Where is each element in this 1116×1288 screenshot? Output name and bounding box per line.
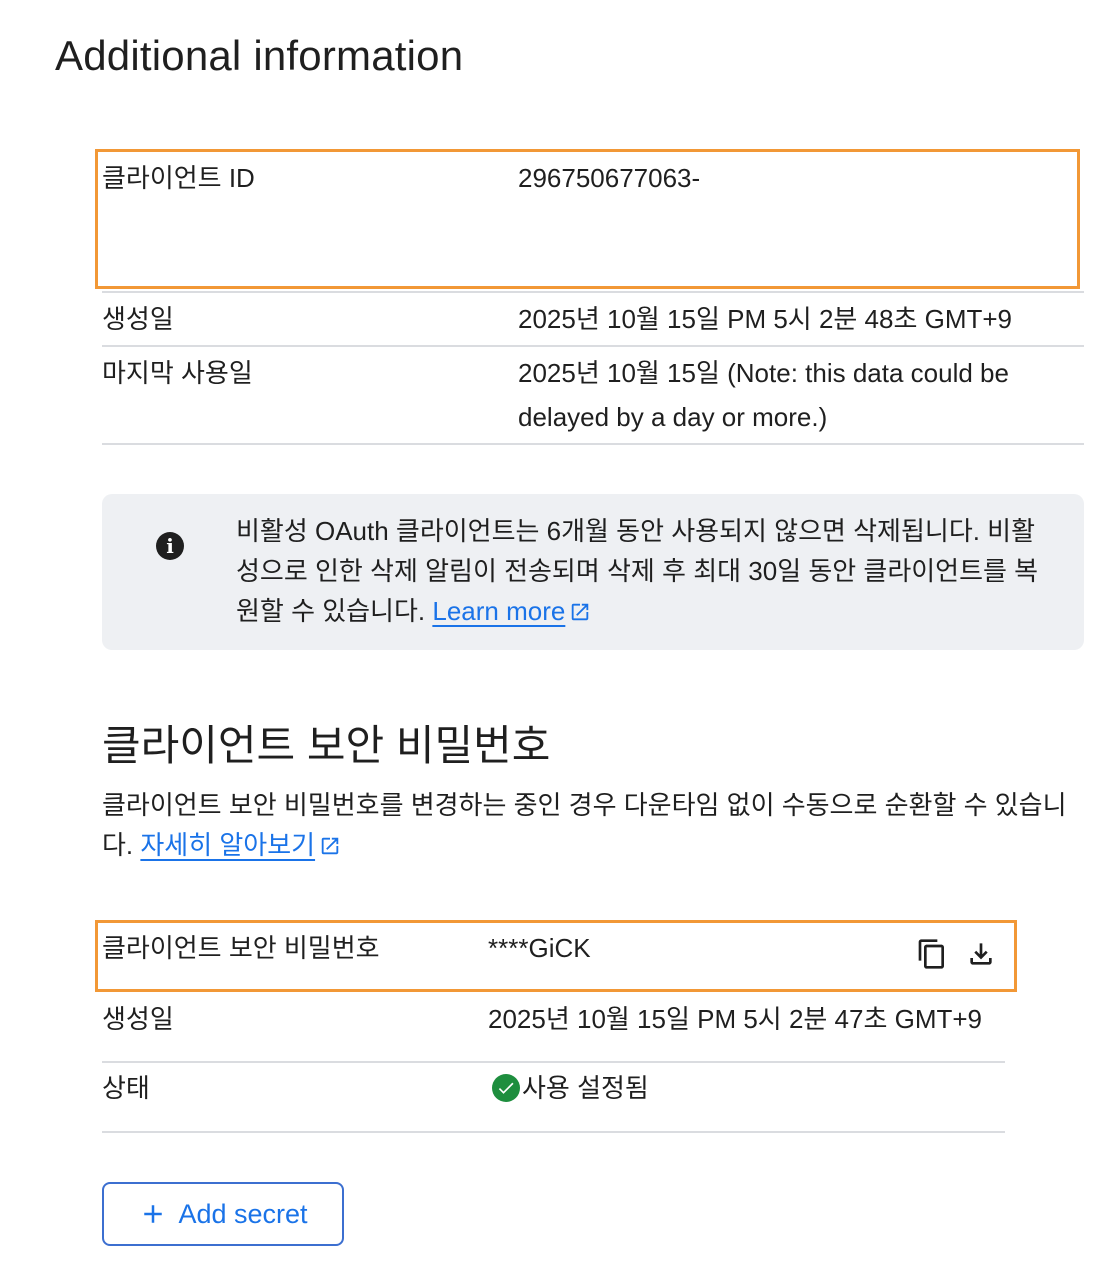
- status-label: 상태: [102, 1073, 150, 1103]
- plus-icon: [144, 1205, 163, 1223]
- secrets-heading: 클라이언트 보안 비밀번호: [102, 722, 551, 769]
- secrets-description-block: 클라이언트 보안 비밀번호를 변경하는 중인 경우 다운타임 없이 수동으로 순…: [102, 785, 1087, 865]
- last-used-value-line1: 2025년 10월 15일 (Note: this data could be: [518, 358, 1009, 388]
- page-title: Additional information: [55, 32, 464, 79]
- open-in-new-icon: [321, 837, 339, 855]
- client-created-label: 생성일: [102, 304, 174, 334]
- add-secret-button[interactable]: Add secret: [102, 1182, 344, 1246]
- secret-label: 클라이언트 보안 비밀번호: [102, 933, 380, 963]
- divider: [102, 1131, 1005, 1133]
- copy-icon[interactable]: [916, 938, 948, 970]
- info-icon: i: [156, 532, 184, 560]
- client-created-value: 2025년 10월 15일 PM 5시 2분 48초 GMT+9: [518, 304, 1013, 334]
- status-value: 사용 설정됨: [522, 1073, 649, 1103]
- secret-value: ****GiCK: [488, 933, 591, 963]
- add-secret-label: Add secret: [178, 1198, 308, 1229]
- client-id-label: 클라이언트 ID: [102, 163, 255, 193]
- status-value-wrap: 사용 설정됨: [492, 1066, 649, 1110]
- divider: [102, 291, 1084, 293]
- notice-text: 비활성 OAuth 클라이언트는 6개월 동안 사용되지 않으면 삭제됩니다. …: [236, 516, 1039, 626]
- secret-created-label: 생성일: [102, 1004, 174, 1034]
- learn-more-secrets-link[interactable]: 자세히 알아보기: [140, 830, 341, 860]
- last-used-label: 마지막 사용일: [102, 358, 253, 388]
- learn-more-secrets-label: 자세히 알아보기: [140, 830, 316, 860]
- learn-more-label: Learn more: [432, 596, 566, 626]
- client-id-value[interactable]: 296750677063-: [518, 156, 700, 200]
- last-used-value-line2: delayed by a day or more.): [518, 402, 828, 432]
- download-icon[interactable]: [965, 938, 997, 970]
- divider: [102, 443, 1084, 445]
- open-in-new-icon: [572, 603, 589, 621]
- divider: [102, 1061, 1005, 1063]
- learn-more-link[interactable]: Learn more: [432, 596, 591, 626]
- notice-text-block: 비활성 OAuth 클라이언트는 6개월 동안 사용되지 않으면 삭제됩니다. …: [236, 511, 1056, 631]
- divider: [102, 345, 1084, 347]
- check-circle-icon: [492, 1074, 520, 1102]
- secret-created-value: 2025년 10월 15일 PM 5시 2분 47초 GMT+9: [488, 1004, 983, 1034]
